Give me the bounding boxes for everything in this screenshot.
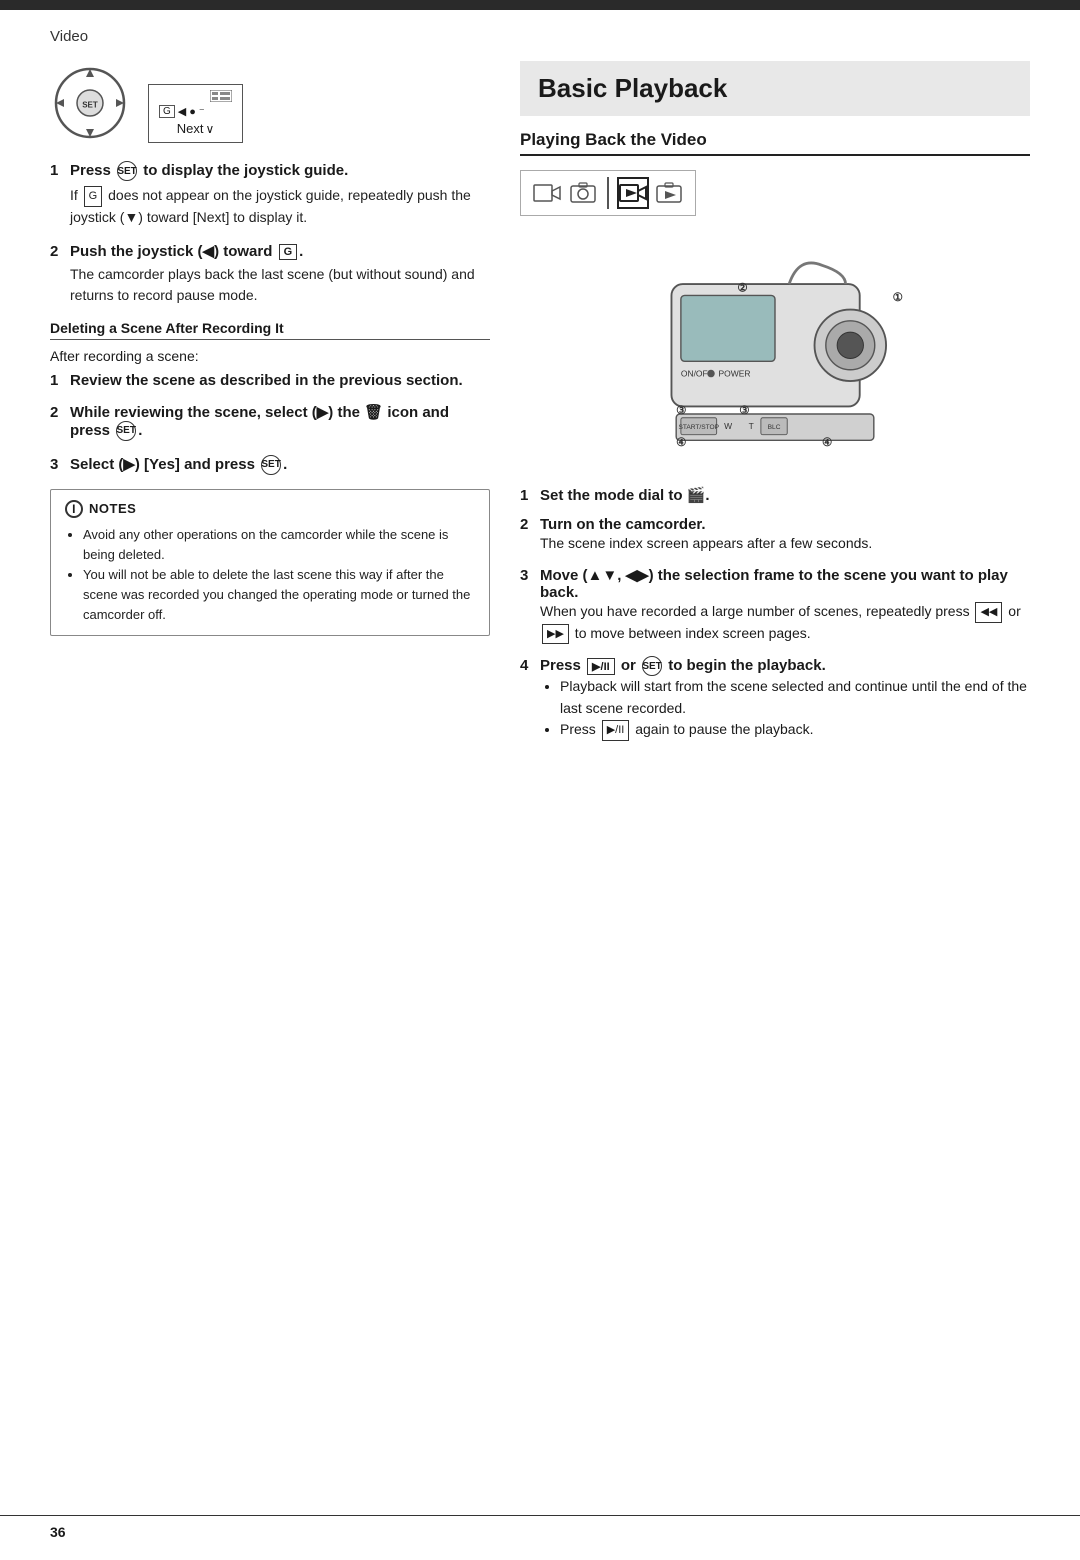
- joystick-diagram: SET: [50, 63, 130, 143]
- g-icon-2: G: [279, 244, 298, 260]
- svg-text:W: W: [724, 421, 732, 431]
- left-column: SET: [50, 53, 490, 753]
- diagram-area: SET: [50, 63, 490, 143]
- basic-playback-title: Basic Playback: [520, 61, 1030, 116]
- svg-text:④: ④: [676, 437, 686, 449]
- mode-icon-photo-playback: [653, 177, 685, 209]
- svg-text:①: ①: [893, 292, 903, 304]
- bullet-1: Playback will start from the scene selec…: [560, 676, 1030, 719]
- page-header: Video: [0, 10, 1080, 53]
- set-icon-3: SET: [261, 455, 281, 475]
- play-pause-icon-2: ▶/II: [602, 720, 630, 741]
- svg-text:SET: SET: [82, 101, 98, 110]
- playing-back-header: Playing Back the Video: [520, 130, 1030, 156]
- right-step-4: 4 Press ▶/II or SET to begin the playbac…: [520, 656, 1030, 741]
- page-content: SET: [0, 53, 1080, 753]
- next-label: Next ∨: [177, 121, 215, 136]
- page-footer: 36: [0, 1515, 1080, 1540]
- notes-list: Avoid any other operations on the camcor…: [65, 525, 475, 626]
- right-step-2: 2 Turn on the camcorder. The scene index…: [520, 516, 1030, 554]
- del-step-1: 1 Review the scene as described in the p…: [50, 372, 490, 389]
- set-icon-2: SET: [116, 421, 136, 441]
- deleting-subheading: Deleting a Scene After Recording It: [50, 320, 490, 340]
- page-number: 36: [50, 1524, 66, 1540]
- mode-icon-photo: [567, 177, 599, 209]
- svg-text:POWER: POWER: [719, 368, 751, 378]
- right-step-3-body: When you have recorded a large number of…: [540, 601, 1030, 644]
- right-step-4-bullets: Playback will start from the scene selec…: [540, 676, 1030, 741]
- svg-text:START/STOP: START/STOP: [678, 424, 719, 431]
- fastforward-icon: ▶▶: [542, 624, 569, 645]
- svg-text:③: ③: [676, 405, 686, 417]
- notes-header: i NOTES: [65, 500, 475, 518]
- set-icon-right: SET: [642, 656, 662, 676]
- svg-text:T: T: [749, 421, 754, 431]
- right-step-3: 3 Move (▲▼, ◀▶) the selection frame to t…: [520, 566, 1030, 644]
- notes-item-2: You will not be able to delete the last …: [83, 565, 475, 625]
- section-label: Video: [50, 28, 88, 45]
- mode-icon-video: [531, 177, 563, 209]
- left-step-1: 1 Press SET to display the joystick guid…: [50, 161, 490, 228]
- right-steps: 1 Set the mode dial to 🎬. 2 Turn on the …: [520, 486, 1030, 741]
- notes-icon: i: [65, 500, 83, 518]
- del-step-2: 2 While reviewing the scene, select (▶) …: [50, 403, 490, 441]
- left-step-2: 2 Push the joystick (◀) toward G. The ca…: [50, 242, 490, 306]
- notes-item-1: Avoid any other operations on the camcor…: [83, 525, 475, 565]
- right-step-4-body: Playback will start from the scene selec…: [540, 676, 1030, 741]
- notes-box: i NOTES Avoid any other operations on th…: [50, 489, 490, 637]
- g-icon: G: [84, 186, 103, 207]
- rewind-icon: ◀◀: [975, 602, 1002, 623]
- del-step-3: 3 Select (▶) [Yes] and press SET.: [50, 455, 490, 475]
- bullet-2: Press ▶/II again to pause the playback.: [560, 719, 1030, 741]
- svg-text:③: ③: [739, 405, 749, 417]
- mode-icons-row: [520, 170, 696, 216]
- right-step-1: 1 Set the mode dial to 🎬.: [520, 486, 1030, 504]
- svg-text:②: ②: [737, 283, 747, 295]
- right-step-2-body: The scene index screen appears after a f…: [540, 533, 1030, 554]
- set-icon: SET: [117, 161, 137, 181]
- svg-text:④: ④: [822, 437, 832, 449]
- mode-divider: [607, 177, 609, 209]
- play-pause-icon: ▶/II: [587, 658, 615, 675]
- camcorder-diagram: ON/OFF POWER ② ① START/STOP W T BLC ③: [520, 230, 1030, 470]
- mode-icon-playback: [617, 177, 649, 209]
- after-recording-text: After recording a scene:: [50, 348, 490, 364]
- right-column: Basic Playback Playing Back the Video: [520, 53, 1030, 753]
- svg-text:BLC: BLC: [768, 424, 781, 431]
- top-bar: [0, 0, 1080, 10]
- next-box: G ◀ ● ⁻ Next ∨: [148, 84, 243, 143]
